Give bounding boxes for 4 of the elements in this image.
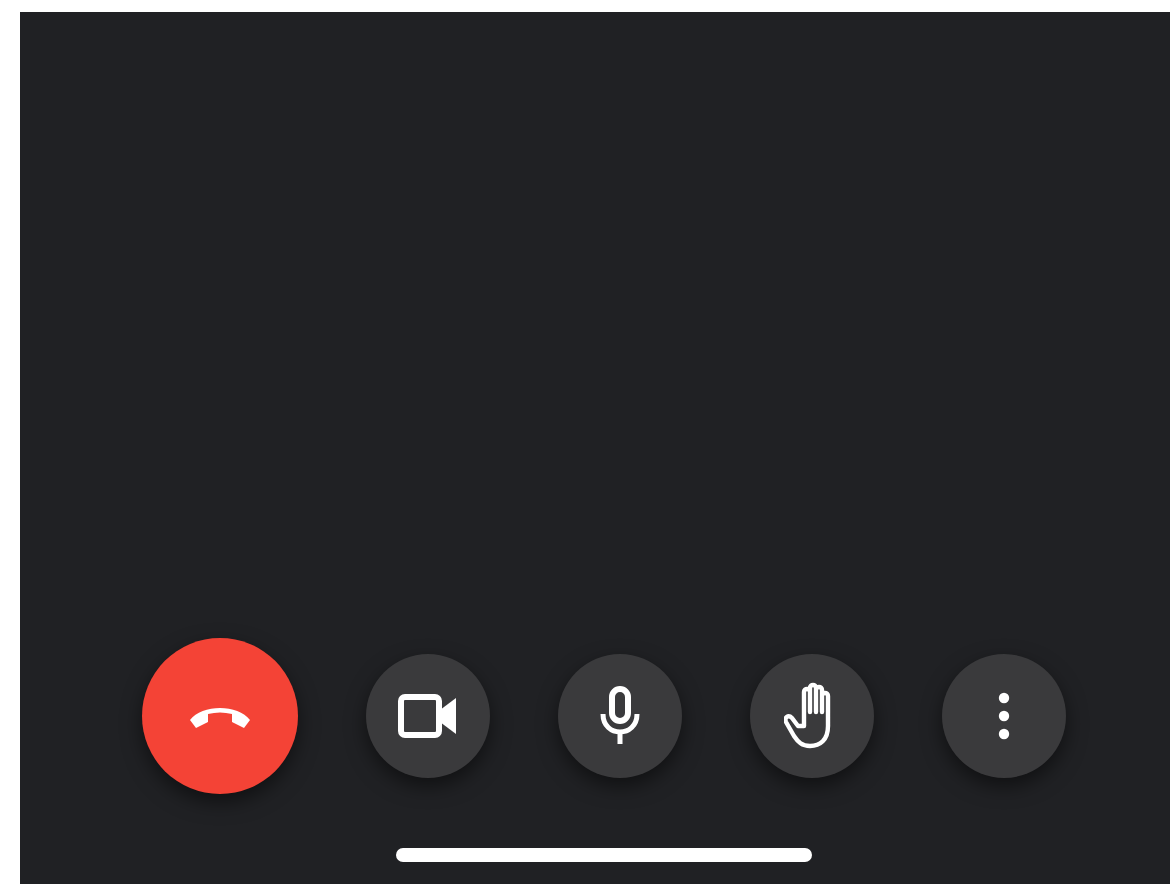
microphone-icon [598,686,642,746]
video-camera-icon [398,694,458,738]
hang-up-icon [186,702,254,730]
more-icon [998,692,1010,740]
